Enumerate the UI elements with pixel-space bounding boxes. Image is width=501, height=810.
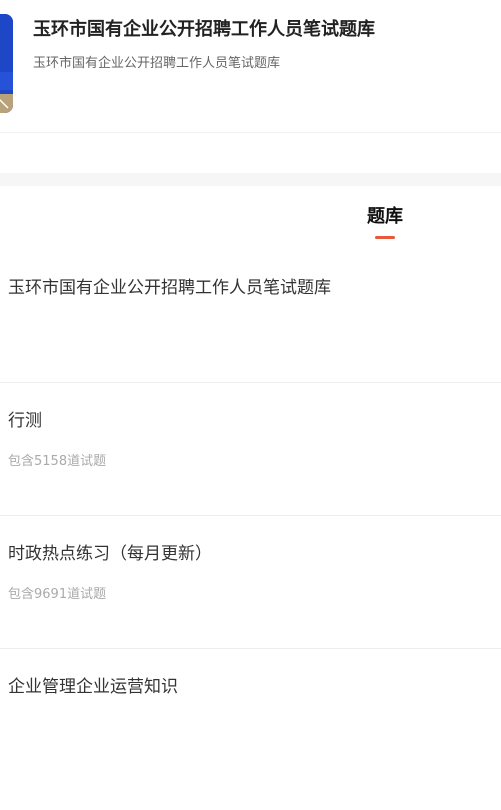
section-gap [0,173,501,186]
active-tab-indicator [375,236,395,239]
list-item-title: 行测 [8,411,42,431]
list-item-xingce[interactable]: 行测 包含5158道试题 [0,383,501,516]
tab-bar: 题库 [0,186,501,246]
list-item-title: 玉环市国有企业公开招聘工作人员笔试题库 [8,278,331,298]
list-item-current-affairs[interactable]: 时政热点练习（每月更新） 包含9691道试题 [0,516,501,649]
tab-question-bank[interactable]: 题库 [345,204,425,240]
bank-header: 玉环市国有企业公开招聘工作人员笔试题库 玉环市国有企业公开招聘工作人员笔试题库 [0,0,501,132]
list-item-question-count: 包含9691道试题 [8,587,107,602]
list-item-bank-main[interactable]: 玉环市国有企业公开招聘工作人员笔试题库 [0,250,501,383]
list-item-title: 企业管理企业运营知识 [8,677,178,697]
bank-subtitle: 玉环市国有企业公开招聘工作人员笔试题库 [33,56,281,71]
list-item-question-count: 包含5158道试题 [8,454,107,469]
bank-cover-image [0,14,13,113]
bank-title: 玉环市国有企业公开招聘工作人员笔试题库 [33,19,375,40]
question-bank-list: 玉环市国有企业公开招聘工作人员笔试题库 行测 包含5158道试题 时政热点练习（… [0,250,501,782]
tab-label: 题库 [367,206,403,227]
header-divider [0,132,501,133]
list-item-enterprise-management[interactable]: 企业管理企业运营知识 [0,649,501,782]
list-item-title: 时政热点练习（每月更新） [8,544,212,564]
